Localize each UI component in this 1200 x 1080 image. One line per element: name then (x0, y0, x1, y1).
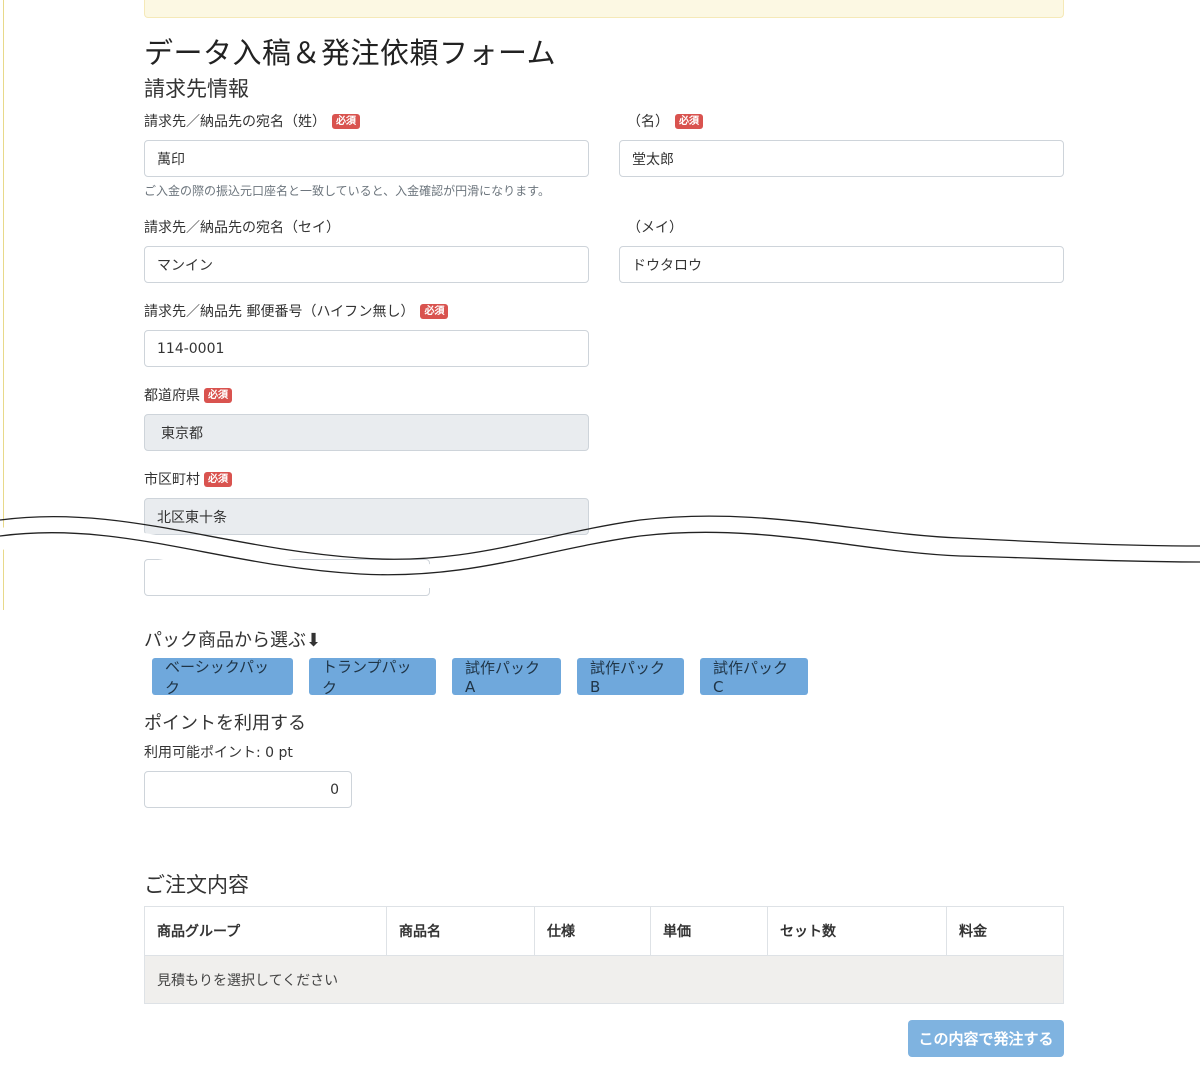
first-name-input[interactable]: 堂太郎 (619, 140, 1064, 177)
available-points: 利用可能ポイント: 0 pt (144, 745, 293, 761)
notice-banner (144, 0, 1064, 18)
first-name-label: （名） 必須 (627, 111, 703, 131)
trial-pack-c-button[interactable]: 試作パックC (700, 658, 808, 696)
first-kana-input[interactable]: ドウタロウ (619, 246, 1064, 283)
table-row: 見積もりを選択してください (144, 955, 1064, 1004)
trial-pack-b-button[interactable]: 試作パックB (577, 658, 684, 696)
page-title: データ入稿＆発注依頼フォーム (144, 36, 557, 70)
column-header: 商品名 (386, 906, 535, 956)
column-header: セット数 (767, 906, 947, 956)
column-header: 料金 (946, 906, 1064, 956)
first-kana-label: （メイ） (627, 220, 683, 236)
points-heading: ポイントを利用する (144, 713, 306, 734)
required-badge: 必須 (332, 113, 360, 129)
basic-pack-button[interactable]: ベーシックパック (152, 658, 293, 697)
required-badge: 必須 (420, 303, 449, 319)
pack-heading: パック商品から選ぶ⬇ (144, 630, 322, 651)
last-name-label: 請求先／納品先の宛名（姓） 必須 (144, 111, 360, 131)
last-name-input[interactable]: 萬印 (144, 140, 589, 177)
city-label: 市区町村 必須 (144, 469, 232, 489)
order-heading: ご注文内容 (144, 873, 249, 897)
last-name-label-text: 請求先／納品先の宛名（姓） (144, 114, 326, 130)
page-cut-separator (0, 515, 1200, 590)
last-kana-label: 請求先／納品先の宛名（セイ） (144, 220, 340, 236)
trial-pack-a-button[interactable]: 試作パックA (452, 658, 561, 696)
postal-label-text: 請求先／納品先 郵便番号（ハイフン無し） (144, 304, 415, 320)
prefecture-label: 都道府県 必須 (144, 385, 232, 405)
billing-section-heading: 請求先情報 (144, 77, 249, 101)
last-kana-input[interactable]: マンイン (144, 246, 589, 283)
column-header: 商品グループ (144, 906, 387, 956)
name-help-text: ご入金の際の振込元口座名と一致していると、入金確認が円滑になります。 (144, 184, 550, 198)
column-header: 仕様 (534, 906, 651, 956)
city-label-text: 市区町村 (144, 472, 200, 488)
postal-label: 請求先／納品先 郵便番号（ハイフン無し） 必須 (144, 301, 449, 321)
order-table-header-row: 商品グループ 商品名 仕様 単価 セット数 料金 (144, 906, 1064, 956)
first-name-label-text: （名） (627, 114, 669, 130)
points-input[interactable]: 0 (144, 771, 352, 808)
trump-pack-button[interactable]: トランプパック (309, 658, 436, 697)
order-table: 商品グループ 商品名 仕様 単価 セット数 料金 見積もりを選択してください (144, 906, 1064, 1004)
required-badge: 必須 (204, 387, 232, 403)
required-badge: 必須 (204, 471, 232, 487)
order-table-wrapper: 商品グループ 商品名 仕様 単価 セット数 料金 見積もりを選択してください (144, 906, 1064, 1004)
column-header: 単価 (650, 906, 768, 956)
prefecture-label-text: 都道府県 (144, 388, 200, 404)
postal-input[interactable]: 114-0001 (144, 330, 589, 367)
submit-order-button[interactable]: この内容で発注する (908, 1020, 1064, 1057)
empty-message: 見積もりを選択してください (144, 955, 1064, 1004)
prefecture-field: 東京都 (144, 414, 589, 451)
required-badge: 必須 (675, 113, 703, 129)
